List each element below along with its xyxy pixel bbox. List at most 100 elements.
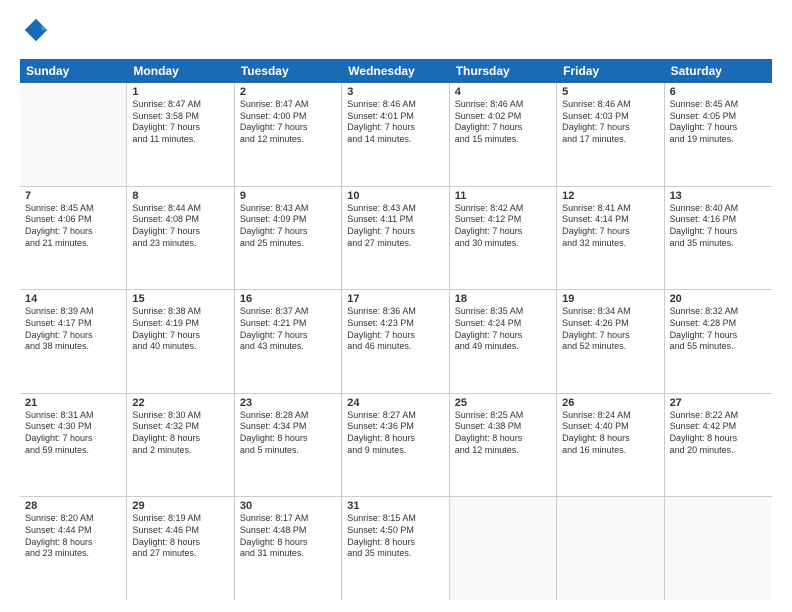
day-number: 11 (455, 190, 551, 202)
day-number: 9 (240, 190, 336, 202)
cell-line: Daylight: 8 hours (670, 433, 767, 445)
cell-line: Sunset: 4:44 PM (25, 525, 121, 537)
cell-line: Daylight: 7 hours (455, 330, 551, 342)
day-number: 28 (25, 500, 121, 512)
cell-line: and 52 minutes. (562, 341, 658, 353)
day-number: 30 (240, 500, 336, 512)
cell-line: Sunrise: 8:43 AM (240, 203, 336, 215)
calendar-cell: 17Sunrise: 8:36 AMSunset: 4:23 PMDayligh… (342, 290, 449, 393)
calendar-row: 1Sunrise: 8:47 AMSunset: 3:58 PM Daylight… (20, 83, 772, 187)
page: SundayMondayTuesdayWednesdayThursdayFrid… (0, 0, 792, 612)
cell-line: and 19 minutes. (670, 134, 767, 146)
cell-line: Sunrise: 8:25 AM (455, 410, 551, 422)
day-number: 20 (670, 293, 767, 305)
day-number: 18 (455, 293, 551, 305)
calendar-cell: 7Sunrise: 8:45 AMSunset: 4:06 PMDaylight… (20, 187, 127, 290)
cell-line: Daylight: 7 hours (25, 330, 121, 342)
cell-line: Daylight: 7 hours (132, 330, 228, 342)
cell-line: Sunrise: 8:22 AM (670, 410, 767, 422)
cell-line: Sunset: 4:14 PM (562, 214, 658, 226)
cell-line: Sunset: 4:19 PM (132, 318, 228, 330)
calendar-body: 1Sunrise: 8:47 AMSunset: 3:58 PM Daylight… (20, 83, 772, 600)
calendar-cell: 21Sunrise: 8:31 AMSunset: 4:30 PMDayligh… (20, 394, 127, 497)
cell-line: and 2 minutes. (132, 445, 228, 457)
cell-line: and 25 minutes. (240, 238, 336, 250)
cell-line: Sunrise: 8:35 AM (455, 306, 551, 318)
cell-line: and 40 minutes. (132, 341, 228, 353)
cell-line: and 5 minutes. (240, 445, 336, 457)
cell-line: Sunrise: 8:39 AM (25, 306, 121, 318)
day-number: 7 (25, 190, 121, 202)
cell-line: and 14 minutes. (347, 134, 443, 146)
cell-line: Daylight: 8 hours (455, 433, 551, 445)
cell-line: Sunset: 4:03 PM (562, 111, 658, 123)
cell-line: Sunrise: 8:46 AM (347, 99, 443, 111)
cell-line: Sunset: 4:28 PM (670, 318, 767, 330)
cell-line: Daylight: 7 hours (670, 226, 767, 238)
cell-line: Daylight: 7 hours (455, 122, 551, 134)
day-number: 14 (25, 293, 121, 305)
cell-line: Sunset: 4:38 PM (455, 421, 551, 433)
cell-line: Daylight: 7 hours (562, 226, 658, 238)
cell-line: and 23 minutes. (132, 238, 228, 250)
cell-line: Daylight: 8 hours (132, 433, 228, 445)
calendar-cell: 29Sunrise: 8:19 AMSunset: 4:46 PMDayligh… (127, 497, 234, 600)
cell-line: Sunset: 4:32 PM (132, 421, 228, 433)
day-number: 1 (132, 86, 228, 98)
calendar-cell (665, 497, 772, 600)
day-number: 12 (562, 190, 658, 202)
calendar-cell: 25Sunrise: 8:25 AMSunset: 4:38 PMDayligh… (450, 394, 557, 497)
cell-line: and 30 minutes. (455, 238, 551, 250)
cell-line: Sunrise: 8:46 AM (455, 99, 551, 111)
calendar-cell: 13Sunrise: 8:40 AMSunset: 4:16 PMDayligh… (665, 187, 772, 290)
cell-line: Daylight: 8 hours (347, 537, 443, 549)
calendar-cell (20, 83, 127, 186)
cell-line: Sunrise: 8:40 AM (670, 203, 767, 215)
cell-line: Sunrise: 8:47 AM (132, 99, 228, 111)
cell-line: Sunrise: 8:45 AM (670, 99, 767, 111)
cell-line: Daylight: 7 hours (240, 122, 336, 134)
cell-line: Daylight: 8 hours (562, 433, 658, 445)
cell-line: Daylight: 8 hours (240, 537, 336, 549)
cell-line: and 46 minutes. (347, 341, 443, 353)
day-number: 3 (347, 86, 443, 98)
cell-line: Daylight: 7 hours (455, 226, 551, 238)
day-number: 2 (240, 86, 336, 98)
day-number: 27 (670, 397, 767, 409)
cell-line: Daylight: 7 hours (240, 330, 336, 342)
day-number: 17 (347, 293, 443, 305)
calendar-cell: 5Sunrise: 8:46 AMSunset: 4:03 PMDaylight… (557, 83, 664, 186)
cell-line: Sunrise: 8:31 AM (25, 410, 121, 422)
cell-line: Sunset: 3:58 PM (132, 111, 228, 123)
calendar-cell: 3Sunrise: 8:46 AMSunset: 4:01 PMDaylight… (342, 83, 449, 186)
cell-line: Daylight: 8 hours (347, 433, 443, 445)
cell-line: and 38 minutes. (25, 341, 121, 353)
cell-line: and 31 minutes. (240, 548, 336, 560)
cell-line: Daylight: 8 hours (25, 537, 121, 549)
calendar-cell: 28Sunrise: 8:20 AMSunset: 4:44 PMDayligh… (20, 497, 127, 600)
cell-line: Daylight: 7 hours (562, 330, 658, 342)
day-header: Monday (127, 59, 234, 83)
cell-line: Sunset: 4:50 PM (347, 525, 443, 537)
cell-line: Sunrise: 8:24 AM (562, 410, 658, 422)
cell-line: Sunrise: 8:42 AM (455, 203, 551, 215)
day-number: 29 (132, 500, 228, 512)
cell-line: Sunrise: 8:32 AM (670, 306, 767, 318)
calendar-cell: 8Sunrise: 8:44 AMSunset: 4:08 PMDaylight… (127, 187, 234, 290)
cell-line: Sunrise: 8:37 AM (240, 306, 336, 318)
cell-line: and 55 minutes. (670, 341, 767, 353)
day-number: 16 (240, 293, 336, 305)
cell-line: and 27 minutes. (132, 548, 228, 560)
calendar-row: 28Sunrise: 8:20 AMSunset: 4:44 PMDayligh… (20, 497, 772, 600)
cell-line: Sunset: 4:11 PM (347, 214, 443, 226)
day-number: 4 (455, 86, 551, 98)
cell-line: Sunset: 4:02 PM (455, 111, 551, 123)
day-number: 19 (562, 293, 658, 305)
cell-line: Sunrise: 8:30 AM (132, 410, 228, 422)
cell-line: Sunset: 4:12 PM (455, 214, 551, 226)
cell-line: and 12 minutes. (240, 134, 336, 146)
calendar-cell: 26Sunrise: 8:24 AMSunset: 4:40 PMDayligh… (557, 394, 664, 497)
calendar-cell: 23Sunrise: 8:28 AMSunset: 4:34 PMDayligh… (235, 394, 342, 497)
day-number: 6 (670, 86, 767, 98)
cell-line: Sunrise: 8:28 AM (240, 410, 336, 422)
